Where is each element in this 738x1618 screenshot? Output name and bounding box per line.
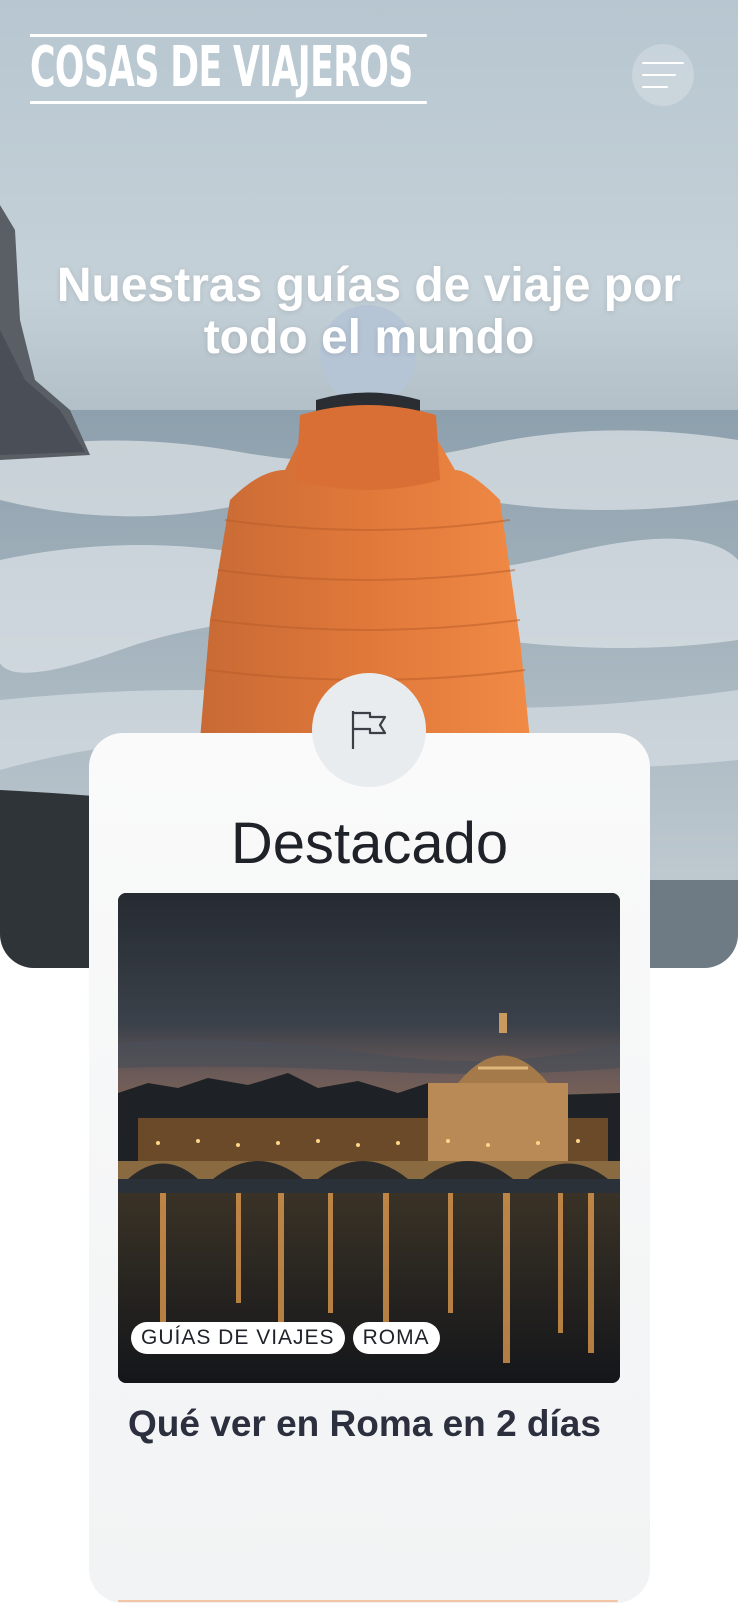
featured-post-image[interactable] bbox=[118, 893, 620, 1383]
flag-icon bbox=[351, 711, 387, 749]
hamburger-line bbox=[642, 74, 676, 76]
hamburger-line bbox=[642, 86, 668, 88]
hero-title: Nuestras guías de viaje por todo el mund… bbox=[56, 259, 682, 364]
featured-heading: Destacado bbox=[230, 811, 509, 876]
tag-guias-de-viajes[interactable]: GUÍAS DE VIAJES bbox=[131, 1322, 345, 1354]
post-tags: GUÍAS DE VIAJES ROMA bbox=[131, 1322, 440, 1354]
rome-night-photo bbox=[118, 893, 620, 1383]
hamburger-menu-icon bbox=[642, 62, 684, 64]
menu-button[interactable] bbox=[632, 44, 694, 106]
card-underline bbox=[118, 1600, 618, 1602]
featured-badge bbox=[312, 673, 426, 787]
tag-roma[interactable]: ROMA bbox=[352, 1322, 440, 1354]
featured-post-title[interactable]: Qué ver en Roma en 2 días bbox=[128, 1402, 628, 1446]
site-logo[interactable]: COSAS DE VIAJEROS bbox=[30, 34, 427, 104]
